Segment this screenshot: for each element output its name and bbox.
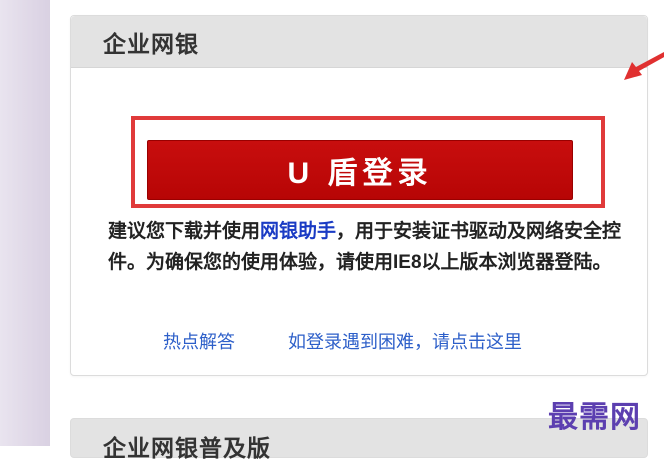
corporate-banking-panel: 企业网银 U 盾登录 建议您下载并使用网银助手，用于安装证书驱动及网络安全控件。… [70, 15, 648, 376]
panel2-title: 企业网银普及版 [103, 435, 271, 461]
usb-key-login-button[interactable]: U 盾登录 [147, 140, 573, 200]
login-help-link[interactable]: 如登录遇到困难，请点击这里 [288, 332, 522, 352]
left-sidebar-strip [0, 0, 50, 446]
description-part1: 建议您下载并使用 [108, 221, 261, 242]
panel-header: 企业网银 [71, 16, 647, 68]
site-watermark: 最需网 [548, 400, 641, 435]
help-links: 热点解答 如登录遇到困难，请点击这里 [163, 328, 522, 354]
faq-link[interactable]: 热点解答 [163, 332, 235, 352]
bank-assistant-link[interactable]: 网银助手 [260, 221, 336, 242]
description-text: 建议您下载并使用网银助手，用于安装证书驱动及网络安全控件。为确保您的使用体验，请… [108, 216, 648, 278]
panel-title: 企业网银 [103, 30, 199, 57]
pointer-arrow-icon [624, 52, 664, 80]
